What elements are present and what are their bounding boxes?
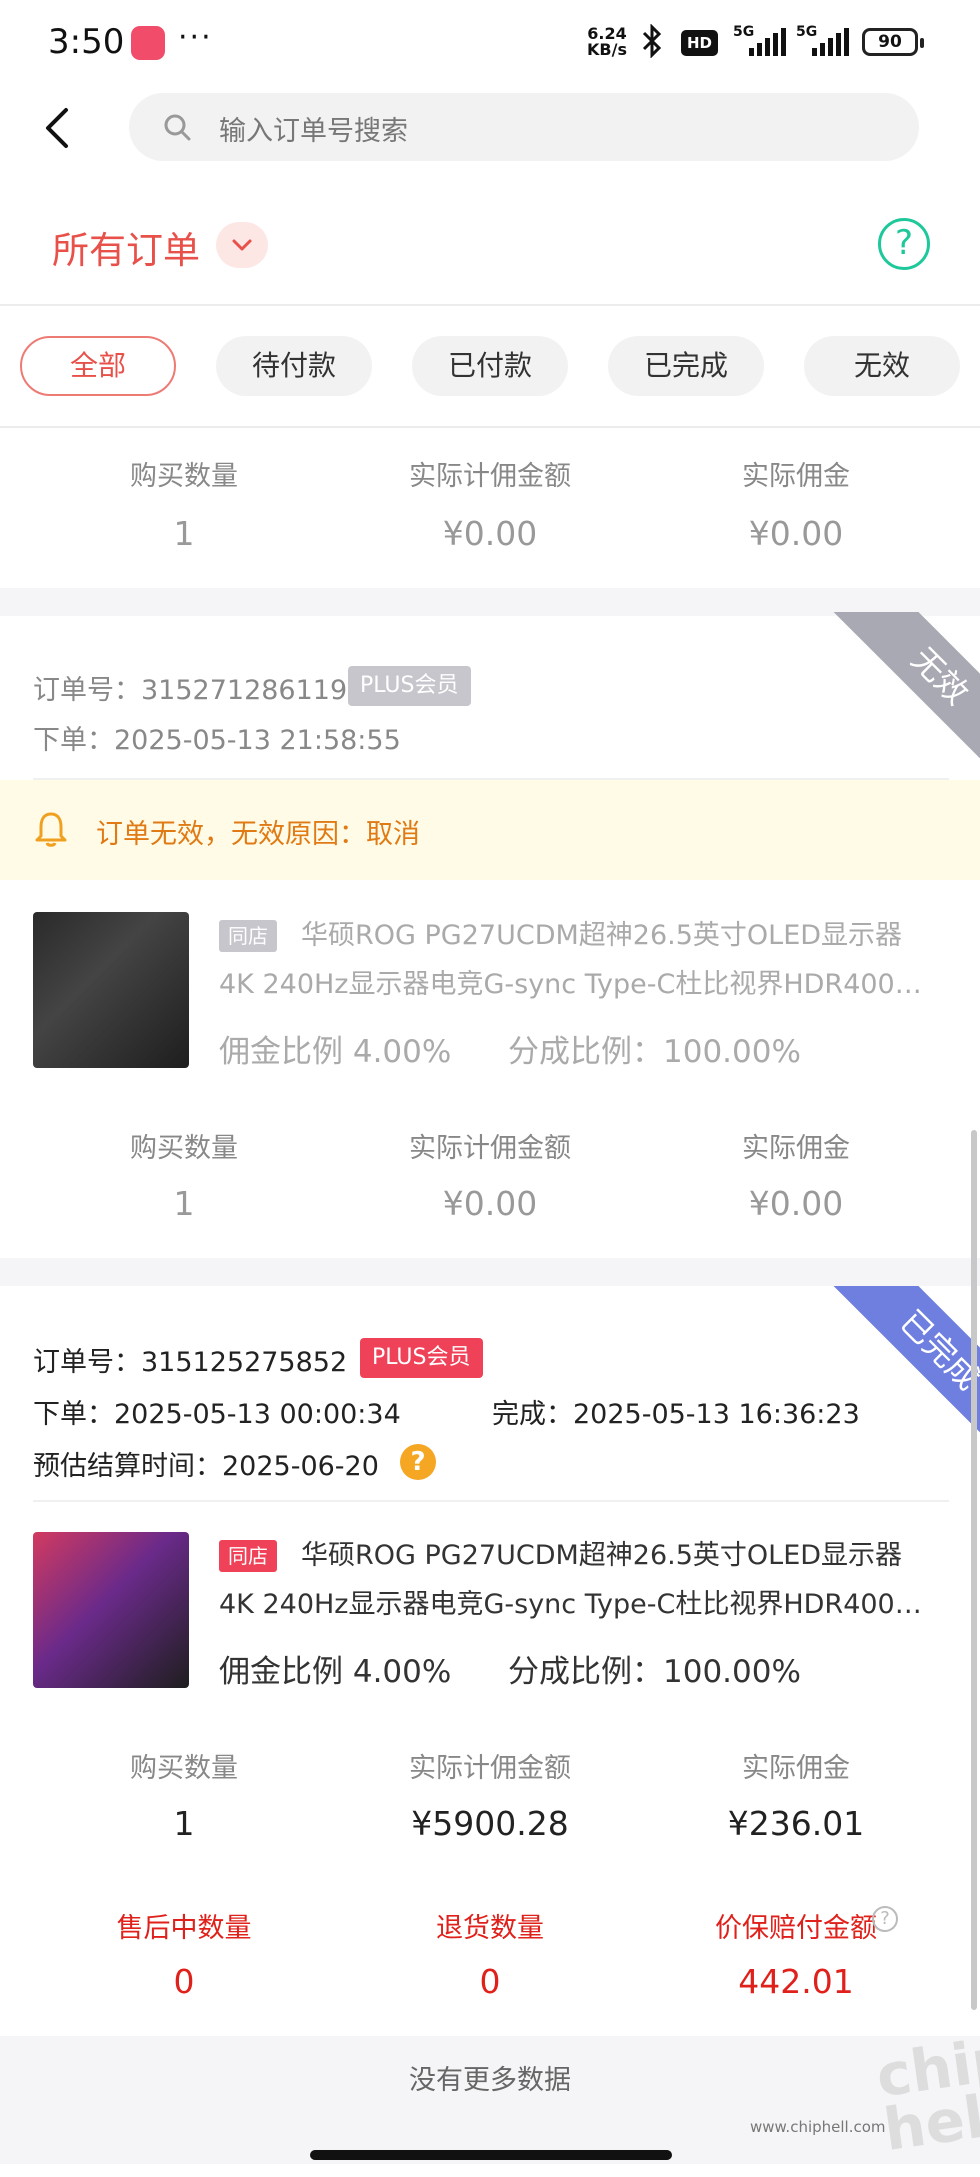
battery-icon: 90: [862, 28, 924, 56]
invalid-reason-text: 订单无效，无效原因：取消: [96, 819, 420, 850]
after-sale-qty-label: 售后中数量: [116, 1913, 252, 1944]
scrollbar[interactable]: [971, 1130, 977, 2010]
qty-label: 购买数量: [130, 461, 238, 492]
chevron-down-icon[interactable]: [216, 222, 268, 268]
tab-all[interactable]: 全部: [20, 336, 176, 396]
amount-label: 实际计佣金额: [409, 1753, 571, 1784]
order-number: 订单号：315125275852: [33, 1347, 348, 1378]
commission-value: ¥0.00: [748, 514, 844, 553]
commission-value: ¥236.01: [727, 1804, 865, 1843]
product-title-line2[interactable]: 4K 240Hz显示器电竞G-sync Type-C杜比视界HDR400…: [219, 962, 949, 1001]
watermark-url: www.chiphell.com: [750, 2118, 886, 2136]
screen: 3:50 ··· 6.24 KB/s HD 5G 5G 90 输入订单号搜索 所有…: [0, 0, 980, 2177]
no-more-data: 没有更多数据: [0, 2036, 980, 2164]
tab-pending-payment[interactable]: 待付款: [216, 336, 372, 396]
price-protect-amount: 442.01: [738, 1962, 854, 2001]
order-placed-time: 下单：2025-05-13 00:00:34: [33, 1399, 401, 1430]
commission-value: ¥0.00: [748, 1184, 844, 1223]
tab-invalid[interactable]: 无效: [804, 336, 960, 396]
question-icon[interactable]: ?: [400, 1444, 436, 1480]
tab-paid[interactable]: 已付款: [412, 336, 568, 396]
commission-rate: 佣金比例 4.00%: [219, 1034, 452, 1070]
network-speed: 6.24 KB/s: [587, 24, 627, 59]
search-icon: [164, 114, 191, 141]
product-thumbnail[interactable]: [33, 1532, 189, 1688]
watermark-logo: chip hell: [872, 2024, 980, 2164]
commission-label: 实际佣金: [742, 1753, 850, 1784]
settlement-time: 预估结算时间：2025-06-20: [33, 1451, 379, 1482]
qty-value: 1: [173, 514, 195, 553]
divider: [0, 426, 980, 428]
return-qty: 0: [479, 1962, 501, 2001]
clock: 3:50: [48, 22, 125, 62]
product-title-line2[interactable]: 4K 240Hz显示器电竞G-sync Type-C杜比视界HDR400…: [219, 1582, 949, 1621]
search-input[interactable]: 输入订单号搜索: [219, 109, 408, 148]
commission-label: 实际佣金: [742, 1133, 850, 1164]
amount-value: ¥0.00: [442, 1184, 538, 1223]
return-qty-label: 退货数量: [436, 1913, 544, 1944]
order-completed-time: 完成：2025-05-13 16:36:23: [492, 1399, 860, 1430]
order-filter-title[interactable]: 所有订单: [52, 220, 200, 274]
product-title-line1[interactable]: 华硕ROG PG27UCDM超神26.5英寸OLED显示器: [219, 914, 949, 958]
share-rate: 分成比例：100.00%: [508, 1034, 801, 1070]
divider: [0, 304, 980, 306]
hd-voice-icon: HD: [681, 30, 719, 56]
share-rate: 分成比例：100.00%: [508, 1654, 801, 1690]
order-number: 订单号：315271286119: [33, 675, 348, 706]
help-icon[interactable]: ?: [878, 218, 930, 270]
qty-value: 1: [173, 1804, 195, 1843]
card-gap: [0, 1258, 980, 1286]
product-thumbnail[interactable]: [33, 912, 189, 1068]
qty-value: 1: [173, 1184, 195, 1223]
amount-label: 实际计佣金额: [409, 1133, 571, 1164]
amount-value: ¥0.00: [442, 514, 538, 553]
signal-icon-2: 5G: [796, 24, 856, 58]
after-sale-qty: 0: [173, 1962, 195, 2001]
amount-label: 实际计佣金额: [409, 461, 571, 492]
divider: [33, 1500, 949, 1502]
signal-icon: 5G: [733, 24, 793, 58]
invalid-warning-banner: 订单无效，无效原因：取消: [0, 780, 980, 880]
plus-member-badge: PLUS会员: [348, 666, 471, 706]
bluetooth-icon: [642, 24, 662, 58]
product-title-line1[interactable]: 华硕ROG PG27UCDM超神26.5英寸OLED显示器: [219, 1534, 949, 1578]
search-bar[interactable]: 输入订单号搜索: [129, 93, 919, 161]
more-notifications-icon: ···: [178, 20, 213, 55]
status-ribbon-invalid: 无效: [820, 612, 980, 772]
commission-label: 实际佣金: [742, 461, 850, 492]
commission-rate: 佣金比例 4.00%: [219, 1654, 452, 1690]
qty-label: 购买数量: [130, 1133, 238, 1164]
home-indicator[interactable]: [310, 2150, 672, 2160]
status-bar: 3:50 ··· 6.24 KB/s HD 5G 5G 90: [0, 0, 980, 86]
order-placed-time: 下单：2025-05-13 21:58:55: [33, 725, 401, 756]
back-arrow-icon[interactable]: [40, 104, 76, 152]
amount-value: ¥5900.28: [411, 1804, 569, 1843]
info-icon[interactable]: ?: [872, 1906, 898, 1932]
price-protect-label: 价保赔付金额: [715, 1913, 877, 1944]
plus-member-badge: PLUS会员: [360, 1338, 483, 1378]
tab-completed[interactable]: 已完成: [608, 336, 764, 396]
app-notification-icon: [131, 26, 165, 60]
qty-label: 购买数量: [130, 1753, 238, 1784]
bell-icon: [35, 812, 67, 847]
